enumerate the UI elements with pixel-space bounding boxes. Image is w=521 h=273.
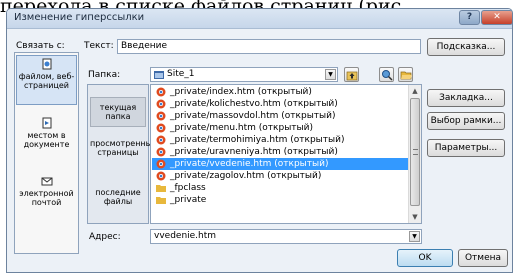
up-folder-button[interactable]	[344, 67, 359, 82]
file-name: _private	[170, 195, 207, 205]
file-name: _private/massovdol.htm (открытый)	[170, 111, 336, 121]
file-list-item[interactable]: _fpclass	[152, 182, 409, 194]
help-button[interactable]: ?	[459, 10, 480, 25]
target-frame-button[interactable]: Выбор рамки...	[427, 112, 505, 130]
open-folder-icon	[400, 71, 412, 80]
folder-icon	[156, 185, 166, 192]
link-to-existing-file[interactable]: файлом, веб-страницей	[16, 55, 77, 105]
close-button[interactable]: ✕	[481, 10, 512, 25]
file-list-item[interactable]: _private/termohimiya.htm (открытый)	[152, 134, 409, 146]
file-list-item[interactable]: _private/zagolov.htm (открытый)	[152, 170, 409, 182]
file-list[interactable]: _private/index.htm (открытый) _private/k…	[150, 84, 422, 224]
text-label: Текст:	[84, 41, 114, 51]
folder-value: Site_1	[167, 69, 195, 79]
folder-up-icon	[346, 71, 358, 81]
folder-icon	[156, 197, 166, 204]
link-to-place-label: местом в документе	[23, 131, 70, 149]
folder-select[interactable]: Site_1 ▼	[150, 67, 338, 82]
file-name: _private/menu.htm (открытый)	[170, 123, 314, 133]
grip-icon	[413, 149, 418, 155]
address-value: vvedenie.htm	[154, 231, 217, 241]
browser-icon	[156, 111, 166, 121]
file-name: _private/termohimiya.htm (открытый)	[170, 135, 345, 145]
link-to-bar: файлом, веб-страницей местом в документе…	[14, 52, 79, 254]
file-list-scrollbar[interactable]: ▲ ▼	[408, 85, 421, 223]
file-name: _private/uravneniya.htm (открытый)	[170, 147, 338, 157]
browser-icon	[156, 159, 166, 169]
browse-file-button[interactable]	[398, 67, 413, 82]
scroll-thumb[interactable]	[410, 98, 420, 206]
browser-icon	[156, 135, 166, 145]
cancel-button[interactable]: Отмена	[458, 249, 508, 267]
file-list-item[interactable]: _private/kolichestvo.htm (открытый)	[152, 98, 409, 110]
file-name: _private/vvedenie.htm (открытый)	[170, 159, 329, 169]
dialog-title: Изменение гиперссылки	[14, 12, 145, 23]
document-place-icon	[42, 117, 51, 129]
folder-label: Папка:	[88, 70, 121, 80]
chevron-down-icon[interactable]: ▼	[409, 231, 420, 242]
parameters-button[interactable]: Параметры...	[427, 139, 505, 157]
globe-search-icon	[382, 70, 393, 81]
screentip-button[interactable]: Подсказка...	[427, 38, 505, 56]
chevron-down-icon[interactable]: ▼	[325, 69, 336, 80]
browser-icon	[156, 123, 166, 133]
look-in-bar: текущая папка просмотренные страницы пос…	[87, 84, 157, 224]
link-to-email-label: электронной почтой	[19, 189, 74, 207]
file-list-item[interactable]: _private/menu.htm (открытый)	[152, 122, 409, 134]
edit-hyperlink-dialog: Изменение гиперссылки ? ✕ Связать с: Тек…	[6, 8, 513, 273]
link-to-label: Связать с:	[16, 41, 65, 51]
title-bar: Изменение гиперссылки ? ✕	[7, 9, 512, 29]
site-folder-icon	[154, 71, 164, 79]
browser-icon	[156, 147, 166, 157]
file-name: _private/index.htm (открытый)	[170, 87, 312, 97]
file-list-item[interactable]: _private	[152, 194, 409, 206]
text-to-display-input[interactable]: Введение	[117, 39, 421, 54]
browser-icon	[156, 171, 166, 181]
browse-web-button[interactable]	[379, 67, 394, 82]
address-label: Адрес:	[89, 232, 121, 242]
file-list-item[interactable]: _private/uravneniya.htm (открытый)	[152, 146, 409, 158]
file-name: _private/kolichestvo.htm (открытый)	[170, 99, 338, 109]
address-input[interactable]: vvedenie.htm ▼	[150, 229, 422, 244]
link-to-existing-file-label: файлом, веб-страницей	[18, 72, 75, 90]
ok-button[interactable]: OK	[397, 249, 453, 267]
web-page-icon	[42, 58, 51, 70]
bookmark-button[interactable]: Закладка...	[427, 89, 505, 107]
file-name: _fpclass	[170, 183, 206, 193]
browser-icon	[156, 87, 166, 97]
scroll-down-arrow-icon[interactable]: ▼	[409, 211, 421, 223]
email-icon	[41, 177, 52, 186]
file-list-item[interactable]: _private/massovdol.htm (открытый)	[152, 110, 409, 122]
file-list-item-selected[interactable]: _private/vvedenie.htm (открытый)	[152, 158, 409, 170]
scroll-up-arrow-icon[interactable]: ▲	[409, 85, 421, 97]
browser-icon	[156, 99, 166, 109]
current-folder-tab[interactable]: текущая папка	[90, 97, 146, 127]
browsed-pages-tab[interactable]: просмотренные страницы	[90, 137, 157, 175]
file-list-item[interactable]: _private/index.htm (открытый)	[152, 86, 409, 98]
file-name: _private/zagolov.htm (открытый)	[170, 171, 322, 181]
link-to-email[interactable]: электронной почтой	[16, 173, 77, 223]
recent-files-tab[interactable]: последние файлы	[90, 185, 146, 215]
link-to-place-in-document[interactable]: местом в документе	[16, 115, 77, 165]
